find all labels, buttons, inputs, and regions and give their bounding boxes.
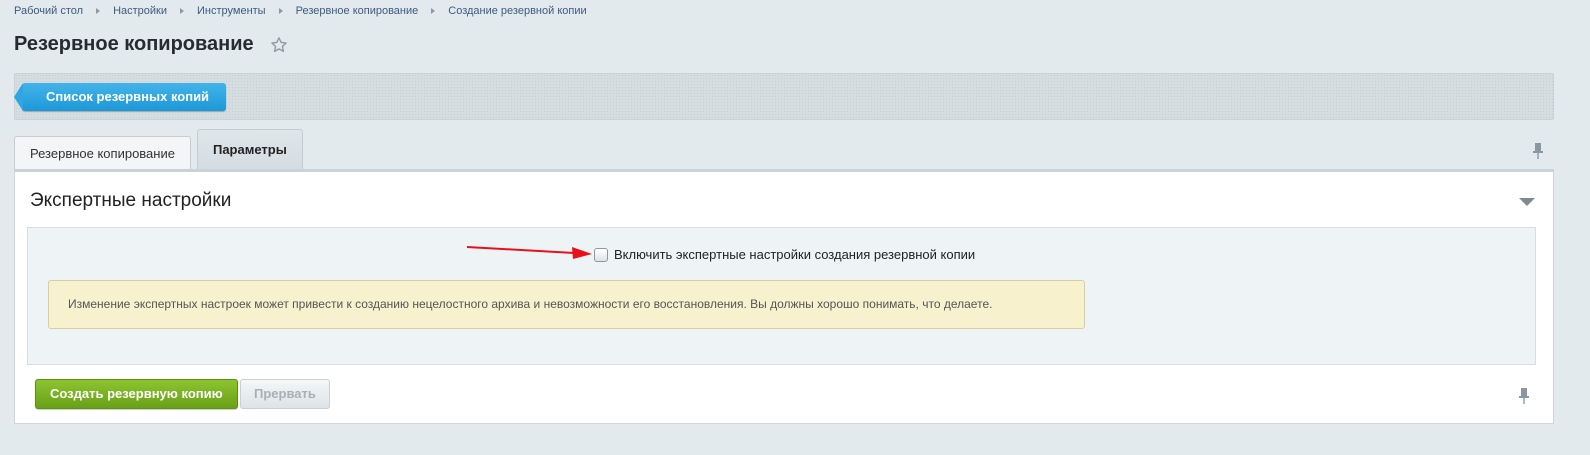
expert-settings-option: Включить экспертные настройки создания р… [594,247,975,262]
pin-buttons-icon[interactable] [1517,387,1531,405]
tab-parameters[interactable]: Параметры [196,129,303,169]
breadcrumb-item-backup[interactable]: Резервное копирование [296,5,419,17]
expert-settings-area: Включить экспертные настройки создания р… [27,227,1536,365]
expert-settings-checkbox-label[interactable]: Включить экспертные настройки создания р… [614,247,975,262]
breadcrumb-separator-icon [96,8,101,14]
expert-settings-checkbox[interactable] [594,247,608,262]
backup-list-button[interactable]: Список резервных копий [13,83,227,111]
tab-bar: Резервное копирование Параметры [14,129,309,169]
breadcrumb-item-settings[interactable]: Настройки [113,5,167,17]
breadcrumb-item-desktop[interactable]: Рабочий стол [14,5,83,17]
breadcrumb-item-tools[interactable]: Инструменты [197,5,266,17]
stop-button: Прервать [240,379,330,409]
breadcrumb: Рабочий стол Настройки Инструменты Резер… [14,4,587,18]
context-toolbar: Список резервных копий [13,73,1554,120]
page-title: Резервное копирование [14,33,254,55]
breadcrumb-separator-icon [278,8,283,14]
create-backup-button[interactable]: Создать резервную копию [35,379,238,409]
breadcrumb-separator-icon [431,8,436,14]
breadcrumb-item-create-backup[interactable]: Создание резервной копии [448,5,586,17]
pin-tabs-icon[interactable] [1531,142,1545,160]
page-title-row: Резервное копирование [14,33,288,56]
annotation-arrow-icon [466,246,592,259]
favorite-star-icon[interactable] [270,36,288,54]
breadcrumb-separator-icon [180,8,184,14]
section-title: Экспертные настройки [30,190,232,211]
collapse-triangle-icon[interactable] [1519,198,1535,206]
settings-panel: Экспертные настройки Включить экспертные… [14,169,1554,424]
tab-backup[interactable]: Резервное копирование [14,136,191,169]
warning-message: Изменение экспертных настроек может прив… [48,280,1085,329]
